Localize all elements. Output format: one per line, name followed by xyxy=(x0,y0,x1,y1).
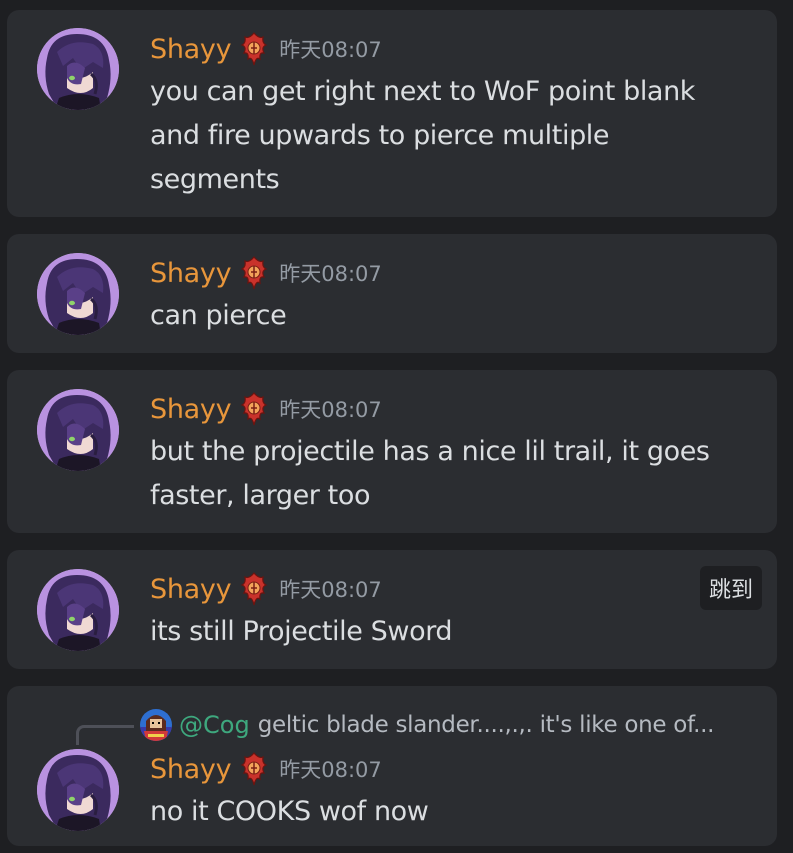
message-content: can pierce xyxy=(150,294,750,338)
reply-avatar[interactable] xyxy=(140,709,172,741)
username[interactable]: Shayy xyxy=(150,34,232,65)
reply-mention[interactable]: @Cog xyxy=(179,711,250,739)
reply-connector xyxy=(76,725,134,745)
timestamp: 昨天08:07 xyxy=(279,758,382,782)
reply-preview[interactable]: @Cog geltic blade slander....,.,. it's l… xyxy=(76,705,714,745)
user-avatar[interactable] xyxy=(37,28,119,110)
message-header: Shayy 昨天08:07 xyxy=(150,752,382,786)
message-card[interactable]: Shayy 昨天08:07 can pierce xyxy=(7,234,777,353)
message-card[interactable]: Shayy 昨天08:07 but the projectile has a n… xyxy=(7,370,777,533)
message-line: segments xyxy=(150,164,280,195)
user-avatar[interactable] xyxy=(37,569,119,651)
username[interactable]: Shayy xyxy=(150,258,232,289)
flame-badge-icon[interactable] xyxy=(239,31,269,67)
message-line: and fire upwards to pierce multiple xyxy=(150,120,610,151)
message-content: you can get right next to WoF point blan… xyxy=(150,70,750,202)
flame-badge-icon[interactable] xyxy=(239,571,269,607)
message-line: faster, larger too xyxy=(150,480,371,511)
message-line: but the projectile has a nice lil trail,… xyxy=(150,436,710,467)
message-line: its still Projectile Sword xyxy=(150,616,453,647)
timestamp: 昨天08:07 xyxy=(279,578,382,602)
user-avatar[interactable] xyxy=(37,389,119,471)
reply-preview-text[interactable]: geltic blade slander....,.,. it's like o… xyxy=(258,712,715,738)
message-line: you can get right next to WoF point blan… xyxy=(150,76,696,107)
flame-badge-icon[interactable] xyxy=(239,255,269,291)
user-avatar[interactable] xyxy=(37,749,119,831)
message-card[interactable]: Shayy 昨天08:07 its still Projectile Sword… xyxy=(7,550,777,669)
message-header: Shayy 昨天08:07 xyxy=(150,32,382,66)
username[interactable]: Shayy xyxy=(150,394,232,425)
flame-badge-icon[interactable] xyxy=(239,391,269,427)
timestamp: 昨天08:07 xyxy=(279,262,382,286)
message-line: no it COOKS wof now xyxy=(150,796,429,827)
message-header: Shayy 昨天08:07 xyxy=(150,256,382,290)
message-content: but the projectile has a nice lil trail,… xyxy=(150,430,750,518)
message-line: can pierce xyxy=(150,300,287,331)
username[interactable]: Shayy xyxy=(150,574,232,605)
flame-badge-icon[interactable] xyxy=(239,751,269,787)
message-header: Shayy 昨天08:07 xyxy=(150,392,382,426)
message-content: no it COOKS wof now xyxy=(150,790,750,834)
message-card[interactable]: Shayy 昨天08:07 you can get right next to … xyxy=(7,10,777,217)
username[interactable]: Shayy xyxy=(150,754,232,785)
jump-to-button[interactable]: 跳到 xyxy=(699,566,762,610)
message-feed: Shayy 昨天08:07 you can get right next to … xyxy=(0,0,793,853)
user-avatar[interactable] xyxy=(37,253,119,335)
message-header: Shayy 昨天08:07 xyxy=(150,572,382,606)
message-card[interactable]: @Cog geltic blade slander....,.,. it's l… xyxy=(7,686,777,846)
timestamp: 昨天08:07 xyxy=(279,398,382,422)
timestamp: 昨天08:07 xyxy=(279,38,382,62)
message-content: its still Projectile Sword xyxy=(150,610,750,654)
